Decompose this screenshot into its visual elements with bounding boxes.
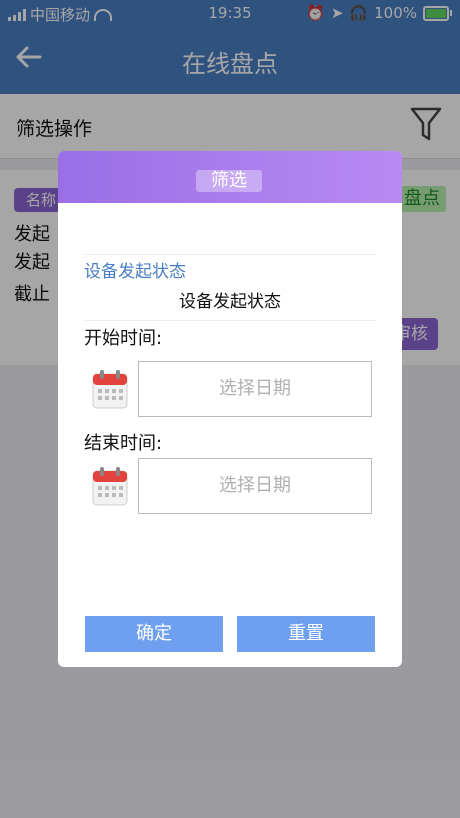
status-label: 设备发起状态 (84, 262, 186, 282)
confirm-button[interactable]: 确定 (85, 616, 223, 652)
status-select[interactable]: 设备发起状态 (58, 287, 402, 312)
filter-modal: 筛选 设备发起状态 设备发起状态 开始时间: 选择日期 结束时间: 选择日期 确… (58, 151, 402, 667)
modal-title: 筛选 (196, 170, 262, 192)
reset-button[interactable]: 重置 (237, 616, 375, 652)
calendar-icon[interactable] (92, 466, 128, 506)
divider (84, 320, 376, 321)
end-date-input[interactable]: 选择日期 (138, 458, 372, 514)
calendar-icon[interactable] (92, 369, 128, 409)
start-time-label: 开始时间: (84, 328, 163, 349)
divider (84, 254, 376, 255)
start-date-input[interactable]: 选择日期 (138, 361, 372, 417)
end-time-label: 结束时间: (84, 433, 163, 454)
modal-header: 筛选 (58, 151, 402, 203)
